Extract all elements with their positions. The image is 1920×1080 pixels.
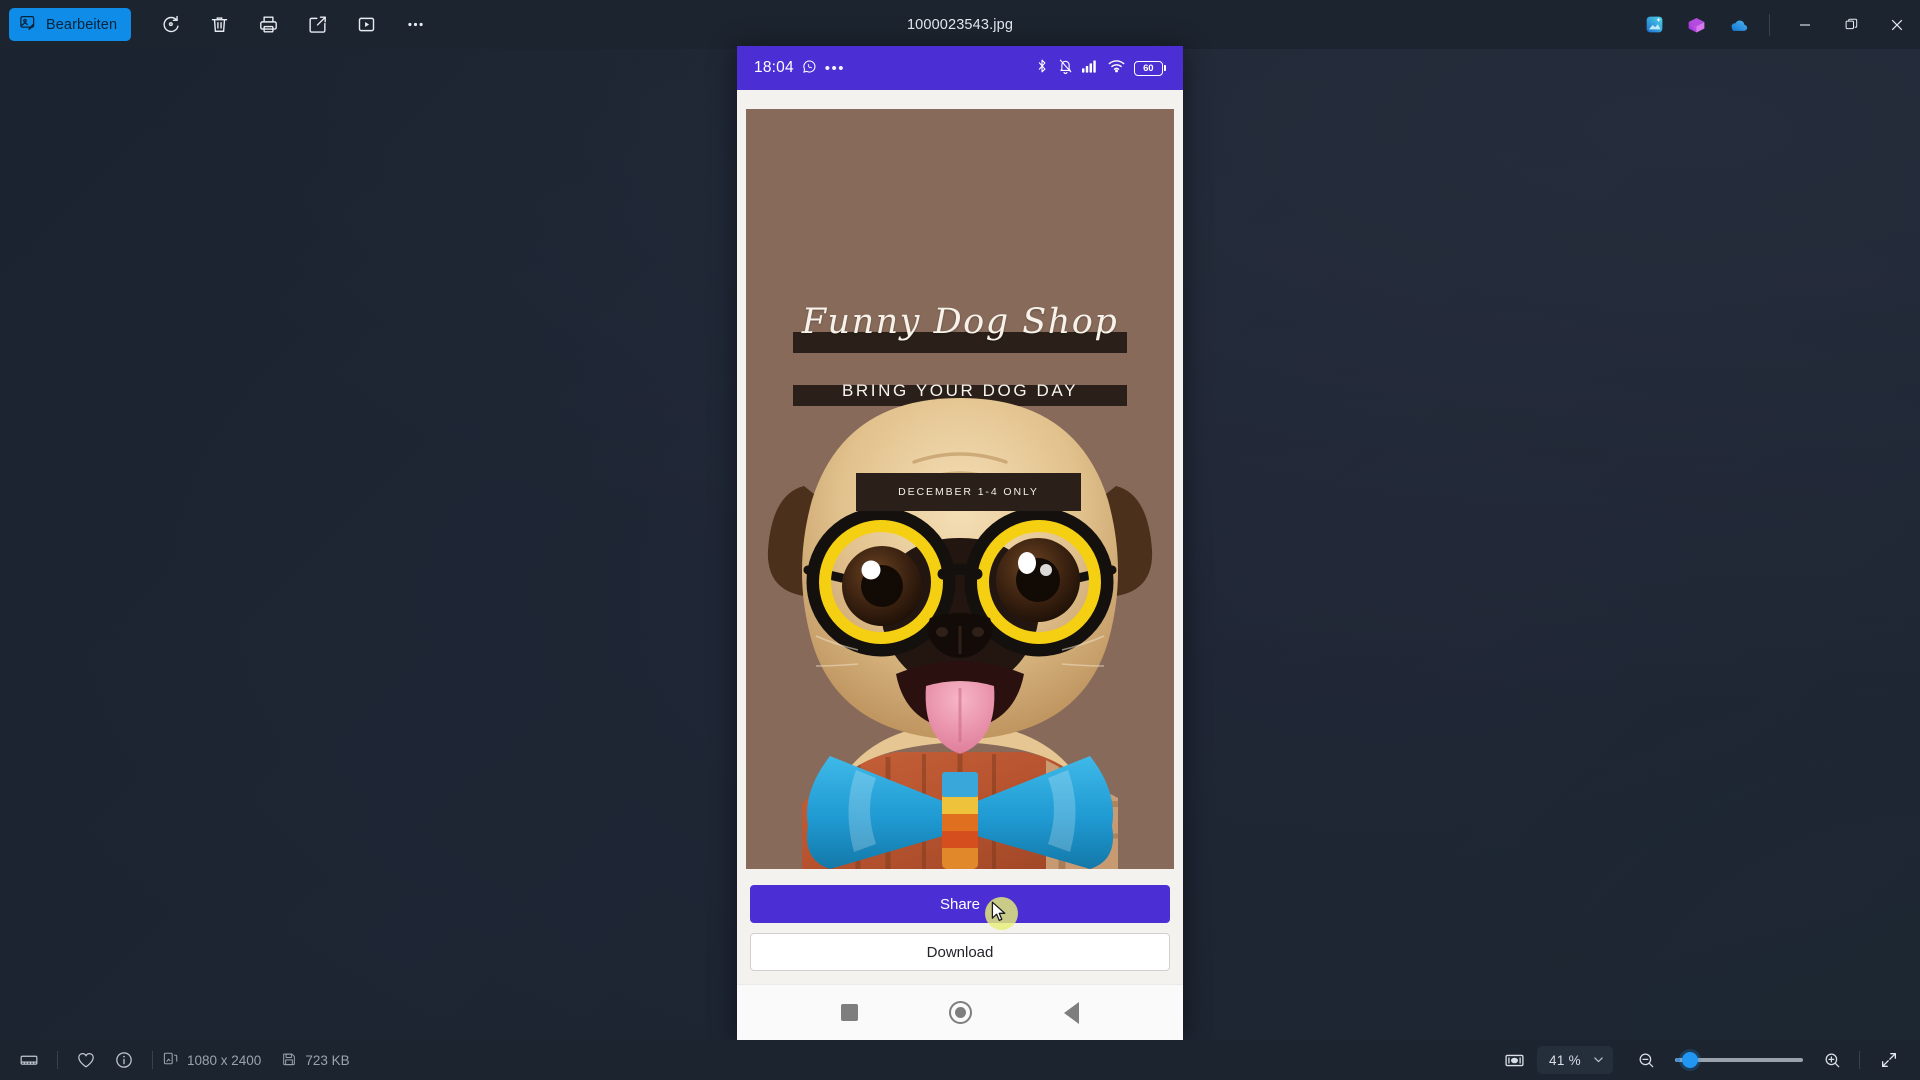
fullscreen-icon[interactable] [1870,1041,1908,1079]
poster-date-badge: DECEMBER 1-4 ONLY [856,473,1081,511]
file-size: 723 KB [281,1051,350,1070]
slideshow-icon[interactable] [345,4,387,46]
bluetooth-icon [1035,58,1049,78]
edit-button[interactable]: Bearbeiten [9,8,132,41]
wifi-icon [1108,59,1125,77]
poster-title: Funny Dog Shop [801,302,1119,342]
delete-icon[interactable] [198,4,240,46]
close-button[interactable] [1874,0,1920,49]
toolbar-divider [1769,13,1770,36]
designer-icon[interactable] [1675,4,1717,46]
edit-image-icon [19,14,37,35]
whatsapp-icon [802,59,817,78]
android-home-button[interactable] [949,1001,973,1024]
minimize-button[interactable] [1782,0,1828,49]
poster-image: Funny Dog Shop BRING YOUR DOG DAY DECEMB… [746,109,1174,869]
fit-to-window-icon[interactable] [1495,1041,1533,1079]
status-bar-time: 18:04 [754,59,794,76]
bottom-status-bar: 1080 x 2400 723 KB 41 % [0,1040,1920,1080]
share-button-label: Share [939,895,981,913]
info-icon[interactable] [105,1041,143,1079]
share-button[interactable]: Share [750,885,1170,923]
mute-bell-icon [1058,58,1073,78]
zoom-slider-thumb[interactable] [1682,1052,1698,1068]
image-viewport[interactable]: 18:04 ••• 60 Funny Dog Shop BRING YOUR D… [737,46,1183,1040]
cellular-signal-icon [1081,59,1099,77]
more-options-icon[interactable] [394,4,436,46]
status-bar-left: 18:04 ••• [754,59,845,78]
status-bar-left-group: 1080 x 2400 723 KB [0,1041,370,1079]
window-controls-group [1633,0,1920,49]
zoom-controls: 41 % [1495,1041,1920,1079]
onedrive-icon[interactable] [1717,4,1759,46]
android-recents-button[interactable] [840,1004,858,1021]
zoom-slider-tick [1676,1058,1680,1062]
poster-subtitle: BRING YOUR DOG DAY [841,381,1079,400]
share-icon[interactable] [296,4,338,46]
filmstrip-icon[interactable] [10,1041,48,1079]
poster-date-text: DECEMBER 1-4 ONLY [898,486,1039,498]
android-navigation-bar [737,984,1183,1040]
status-bar-right: 60 [1035,58,1166,78]
maximize-button[interactable] [1828,0,1874,49]
zoom-level-dropdown[interactable]: 41 % [1537,1046,1613,1074]
android-back-button[interactable] [1064,1001,1080,1024]
status-bar-overflow-dots: ••• [824,59,846,77]
status-bar-divider [1859,1051,1860,1069]
pug-dog-illustration [746,374,1174,869]
poster-actions: Share Download [737,869,1183,971]
zoom-level-text: 41 % [1549,1052,1581,1068]
file-size-text: 723 KB [305,1052,350,1068]
dimensions-text: 1080 x 2400 [187,1052,262,1068]
download-button-label: Download [926,943,994,961]
zoom-out-icon[interactable] [1627,1041,1665,1079]
photos-app-window: Bearbeiten 1000023543.jpg 18:04 ••• 60 F… [0,0,1920,1080]
image-dimensions: 1080 x 2400 [162,1050,261,1070]
photo-enhance-icon[interactable] [1633,4,1675,46]
zoom-in-icon[interactable] [1813,1041,1851,1079]
save-disk-icon [281,1051,297,1070]
print-icon[interactable] [247,4,289,46]
download-button[interactable]: Download [750,933,1170,971]
rotate-icon[interactable] [149,4,191,46]
battery-level: 60 [1143,62,1154,74]
poster-container: Funny Dog Shop BRING YOUR DOG DAY DECEMB… [737,90,1183,869]
battery-icon: 60 [1133,60,1166,76]
zoom-slider[interactable] [1675,1051,1803,1069]
phone-status-bar: 18:04 ••• 60 [737,46,1183,90]
favorite-heart-icon[interactable] [67,1041,105,1079]
chevron-down-icon [1593,1053,1604,1068]
toolbar-icon-group [149,4,436,46]
edit-button-label: Bearbeiten [46,16,118,33]
top-toolbar: Bearbeiten 1000023543.jpg [0,0,1920,49]
dimensions-icon [162,1050,179,1070]
